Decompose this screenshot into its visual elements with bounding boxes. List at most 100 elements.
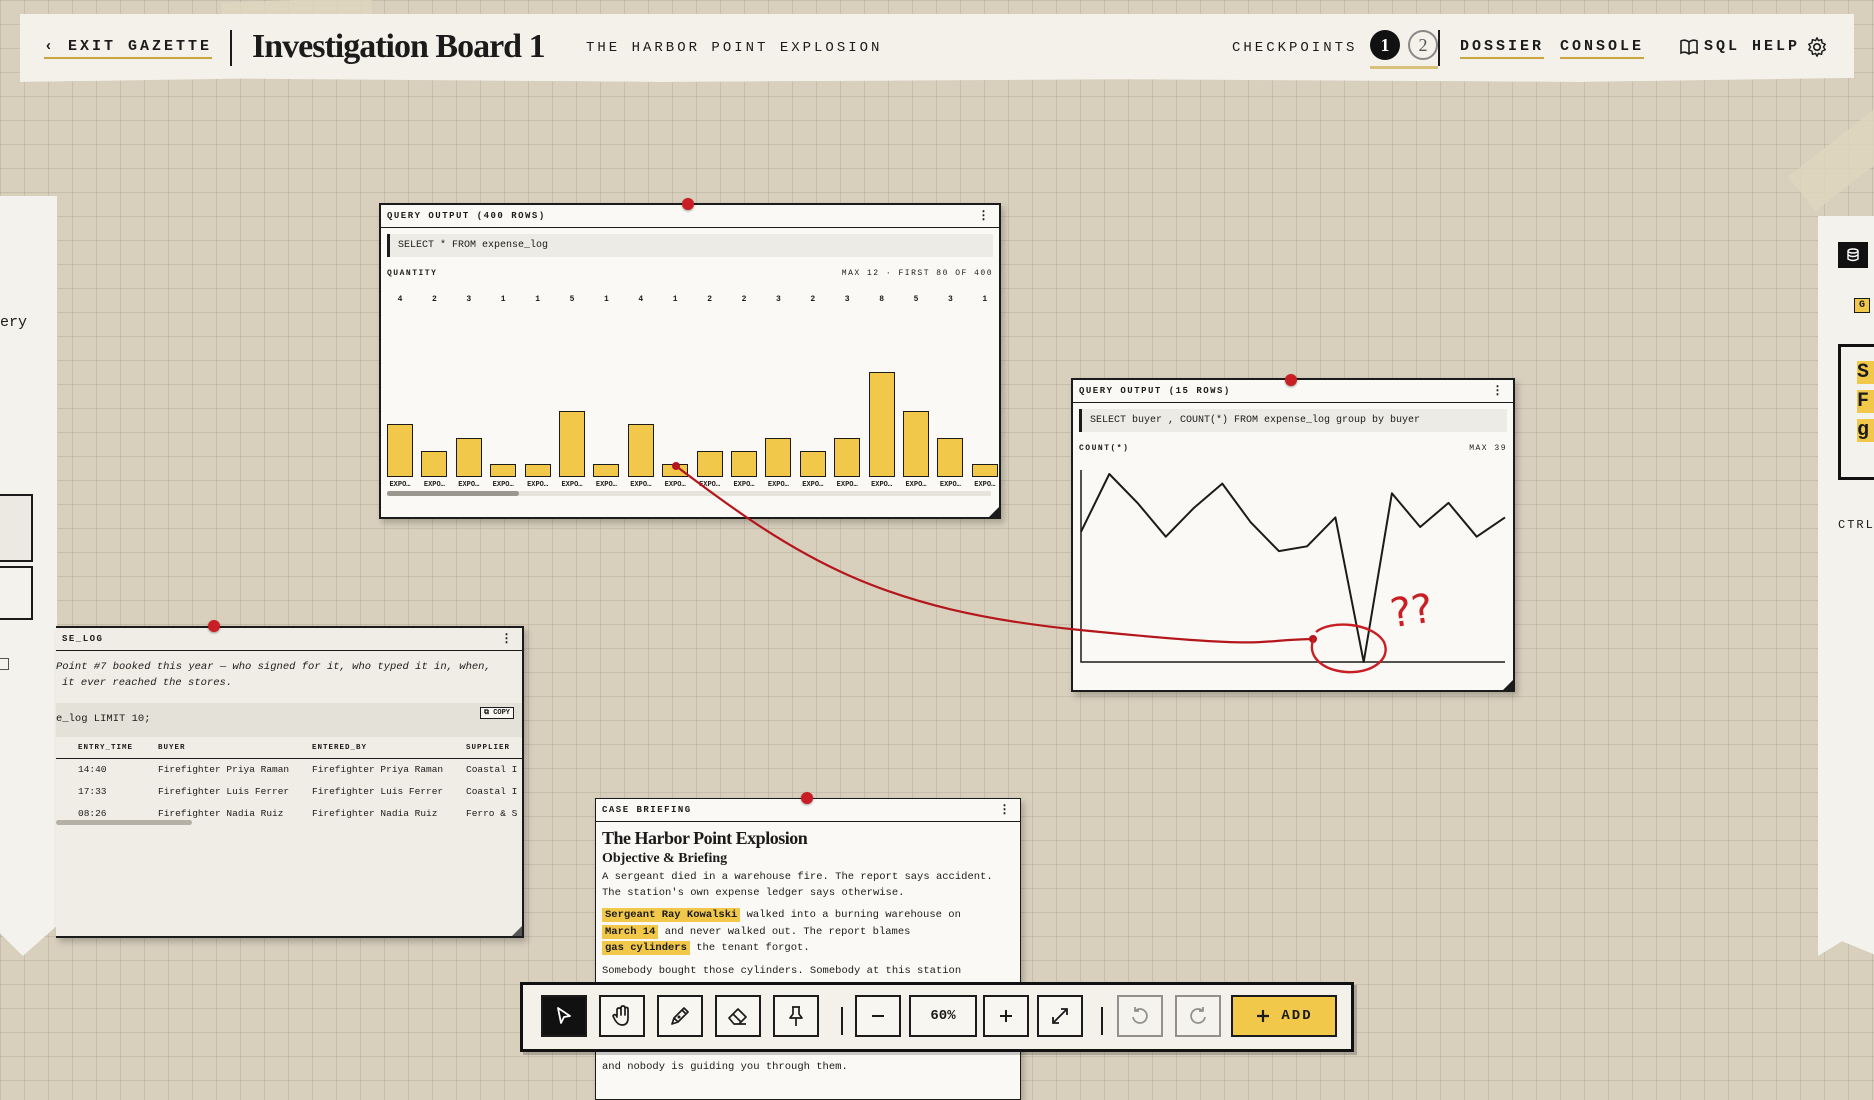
zoom-level[interactable]: 60%: [909, 995, 977, 1037]
resize-handle[interactable]: [989, 507, 999, 517]
bar[interactable]: [490, 464, 516, 477]
horizontal-scrollbar[interactable]: [387, 491, 991, 496]
bar[interactable]: [697, 451, 723, 477]
sql-query: SELECT buyer , COUNT(*) FROM expense_log…: [1079, 409, 1507, 432]
highlight-name: Sergeant Ray Kowalski: [602, 908, 740, 922]
sql-help-link[interactable]: SQL HELP: [1680, 38, 1800, 55]
table-header-row: ENTRY_TIME BUYER ENTERED_BY SUPPLIER: [56, 740, 522, 759]
bar[interactable]: [972, 464, 998, 477]
bar-value-label: 4: [388, 295, 412, 304]
bar-value-label: 4: [629, 295, 653, 304]
right-panel-badge: G: [1854, 298, 1870, 313]
fit-to-screen-button[interactable]: [1037, 995, 1083, 1037]
briefing-paragraph: Sergeant Ray Kowalski walked into a burn…: [602, 907, 1014, 957]
left-panel-box[interactable]: [0, 494, 33, 562]
table-card[interactable]: SE_LOG ⋮ Point #7 booked this year — who…: [56, 626, 524, 938]
bar[interactable]: [628, 424, 654, 477]
scrollbar-thumb[interactable]: [56, 820, 192, 825]
bar-category-label: EXPO…: [626, 481, 656, 489]
column-header[interactable]: BUYER: [158, 744, 186, 752]
zoom-in-button[interactable]: [983, 995, 1029, 1037]
bar-value-label: 3: [457, 295, 481, 304]
bar[interactable]: [593, 464, 619, 477]
table-row[interactable]: 14:40Firefighter Priya RamanFirefighter …: [56, 759, 522, 781]
pin-tool-button[interactable]: [773, 995, 819, 1037]
kebab-menu-icon[interactable]: ⋮: [978, 205, 992, 227]
column-header[interactable]: SUPPLIER: [466, 744, 510, 752]
bar[interactable]: [869, 372, 895, 477]
bar[interactable]: [662, 464, 688, 477]
dossier-link[interactable]: DOSSIER: [1460, 38, 1544, 59]
left-panel-box[interactable]: [0, 566, 33, 620]
bar-category-label: EXPO…: [832, 481, 862, 489]
header-divider: [230, 30, 232, 66]
database-icon[interactable]: [1838, 242, 1868, 268]
bar-value-label: 3: [938, 295, 962, 304]
description-line: Point #7 booked this year — who signed f…: [56, 659, 522, 675]
sql-query: e_log LIMIT 10;: [56, 713, 151, 725]
bar-chart-card[interactable]: QUERY OUTPUT (400 ROWS) ⋮ SELECT * FROM …: [379, 203, 1001, 519]
bar-value-label: 3: [835, 295, 859, 304]
bar-category-label: EXPO…: [454, 481, 484, 489]
bar[interactable]: [456, 438, 482, 478]
bar[interactable]: [421, 451, 447, 477]
book-icon: [1680, 39, 1698, 55]
sql-help-label: SQL HELP: [1704, 38, 1800, 55]
right-panel-letter: F: [1857, 390, 1874, 413]
plus-icon: [997, 1007, 1015, 1025]
table-cell: 14:40: [78, 764, 107, 775]
toolbar-divider: [1101, 1007, 1103, 1035]
bar-value-label: 1: [491, 295, 515, 304]
kebab-menu-icon[interactable]: ⋮: [999, 799, 1013, 821]
case-briefing-card[interactable]: CASE BRIEFING ⋮ The Harbor Point Explosi…: [595, 798, 1021, 1100]
bar[interactable]: [834, 438, 860, 478]
briefing-text: the tenant forgot.: [690, 942, 810, 954]
table-row[interactable]: 17:33Firefighter Luis FerrerFirefighter …: [56, 781, 522, 803]
console-link[interactable]: CONSOLE: [1560, 38, 1644, 59]
undo-icon: [1129, 1005, 1151, 1027]
kebab-menu-icon[interactable]: ⋮: [501, 628, 515, 650]
add-button[interactable]: ADD: [1231, 995, 1337, 1037]
line-chart-card[interactable]: QUERY OUTPUT (15 ROWS) ⋮ SELECT buyer , …: [1071, 378, 1515, 692]
bar-value-label: 2: [698, 295, 722, 304]
right-panel-letter: S: [1857, 361, 1874, 384]
column-header[interactable]: ENTERED_BY: [312, 744, 367, 752]
undo-button[interactable]: [1117, 995, 1163, 1037]
bar-value-label: 5: [904, 295, 928, 304]
copy-button[interactable]: ⧉ COPY: [480, 707, 514, 719]
briefing-subtitle: Objective & Briefing: [602, 851, 1014, 867]
bar-category-label: EXPO…: [557, 481, 587, 489]
hand-tool-button[interactable]: [599, 995, 645, 1037]
zoom-out-button[interactable]: [855, 995, 901, 1037]
gear-icon[interactable]: [1806, 36, 1828, 58]
bar[interactable]: [387, 424, 413, 477]
checkpoint-2-button[interactable]: 2: [1408, 30, 1438, 60]
bar-value-label: 5: [560, 295, 584, 304]
query-bar: e_log LIMIT 10; ⧉ COPY: [56, 703, 522, 737]
briefing-title: The Harbor Point Explosion: [602, 828, 1014, 849]
column-header[interactable]: ENTRY_TIME: [78, 744, 133, 752]
bar[interactable]: [800, 451, 826, 477]
bar[interactable]: [525, 464, 551, 477]
eraser-tool-button[interactable]: [715, 995, 761, 1037]
minus-icon: [869, 1007, 887, 1025]
page-title: Investigation Board 1: [252, 28, 545, 66]
bar-category-label: EXPO…: [901, 481, 931, 489]
select-tool-button[interactable]: [541, 995, 587, 1037]
bar[interactable]: [559, 411, 585, 477]
bar[interactable]: [765, 438, 791, 478]
resize-handle[interactable]: [512, 926, 522, 936]
kebab-menu-icon[interactable]: ⋮: [1492, 380, 1506, 402]
bar[interactable]: [903, 411, 929, 477]
resize-handle[interactable]: [1503, 680, 1513, 690]
briefing-text: walked into a burning warehouse on: [740, 909, 961, 921]
card-header[interactable]: SE_LOG ⋮: [56, 628, 522, 651]
bar[interactable]: [937, 438, 963, 478]
bar[interactable]: [731, 451, 757, 477]
redo-button[interactable]: [1175, 995, 1221, 1037]
pen-tool-button[interactable]: [657, 995, 703, 1037]
checkpoint-1-button[interactable]: 1: [1370, 30, 1400, 60]
case-subtitle: THE HARBOR POINT EXPLOSION: [586, 40, 882, 56]
exit-gazette-link[interactable]: ‹ EXIT GAZETTE: [44, 38, 212, 59]
scrollbar-thumb[interactable]: [387, 491, 519, 496]
